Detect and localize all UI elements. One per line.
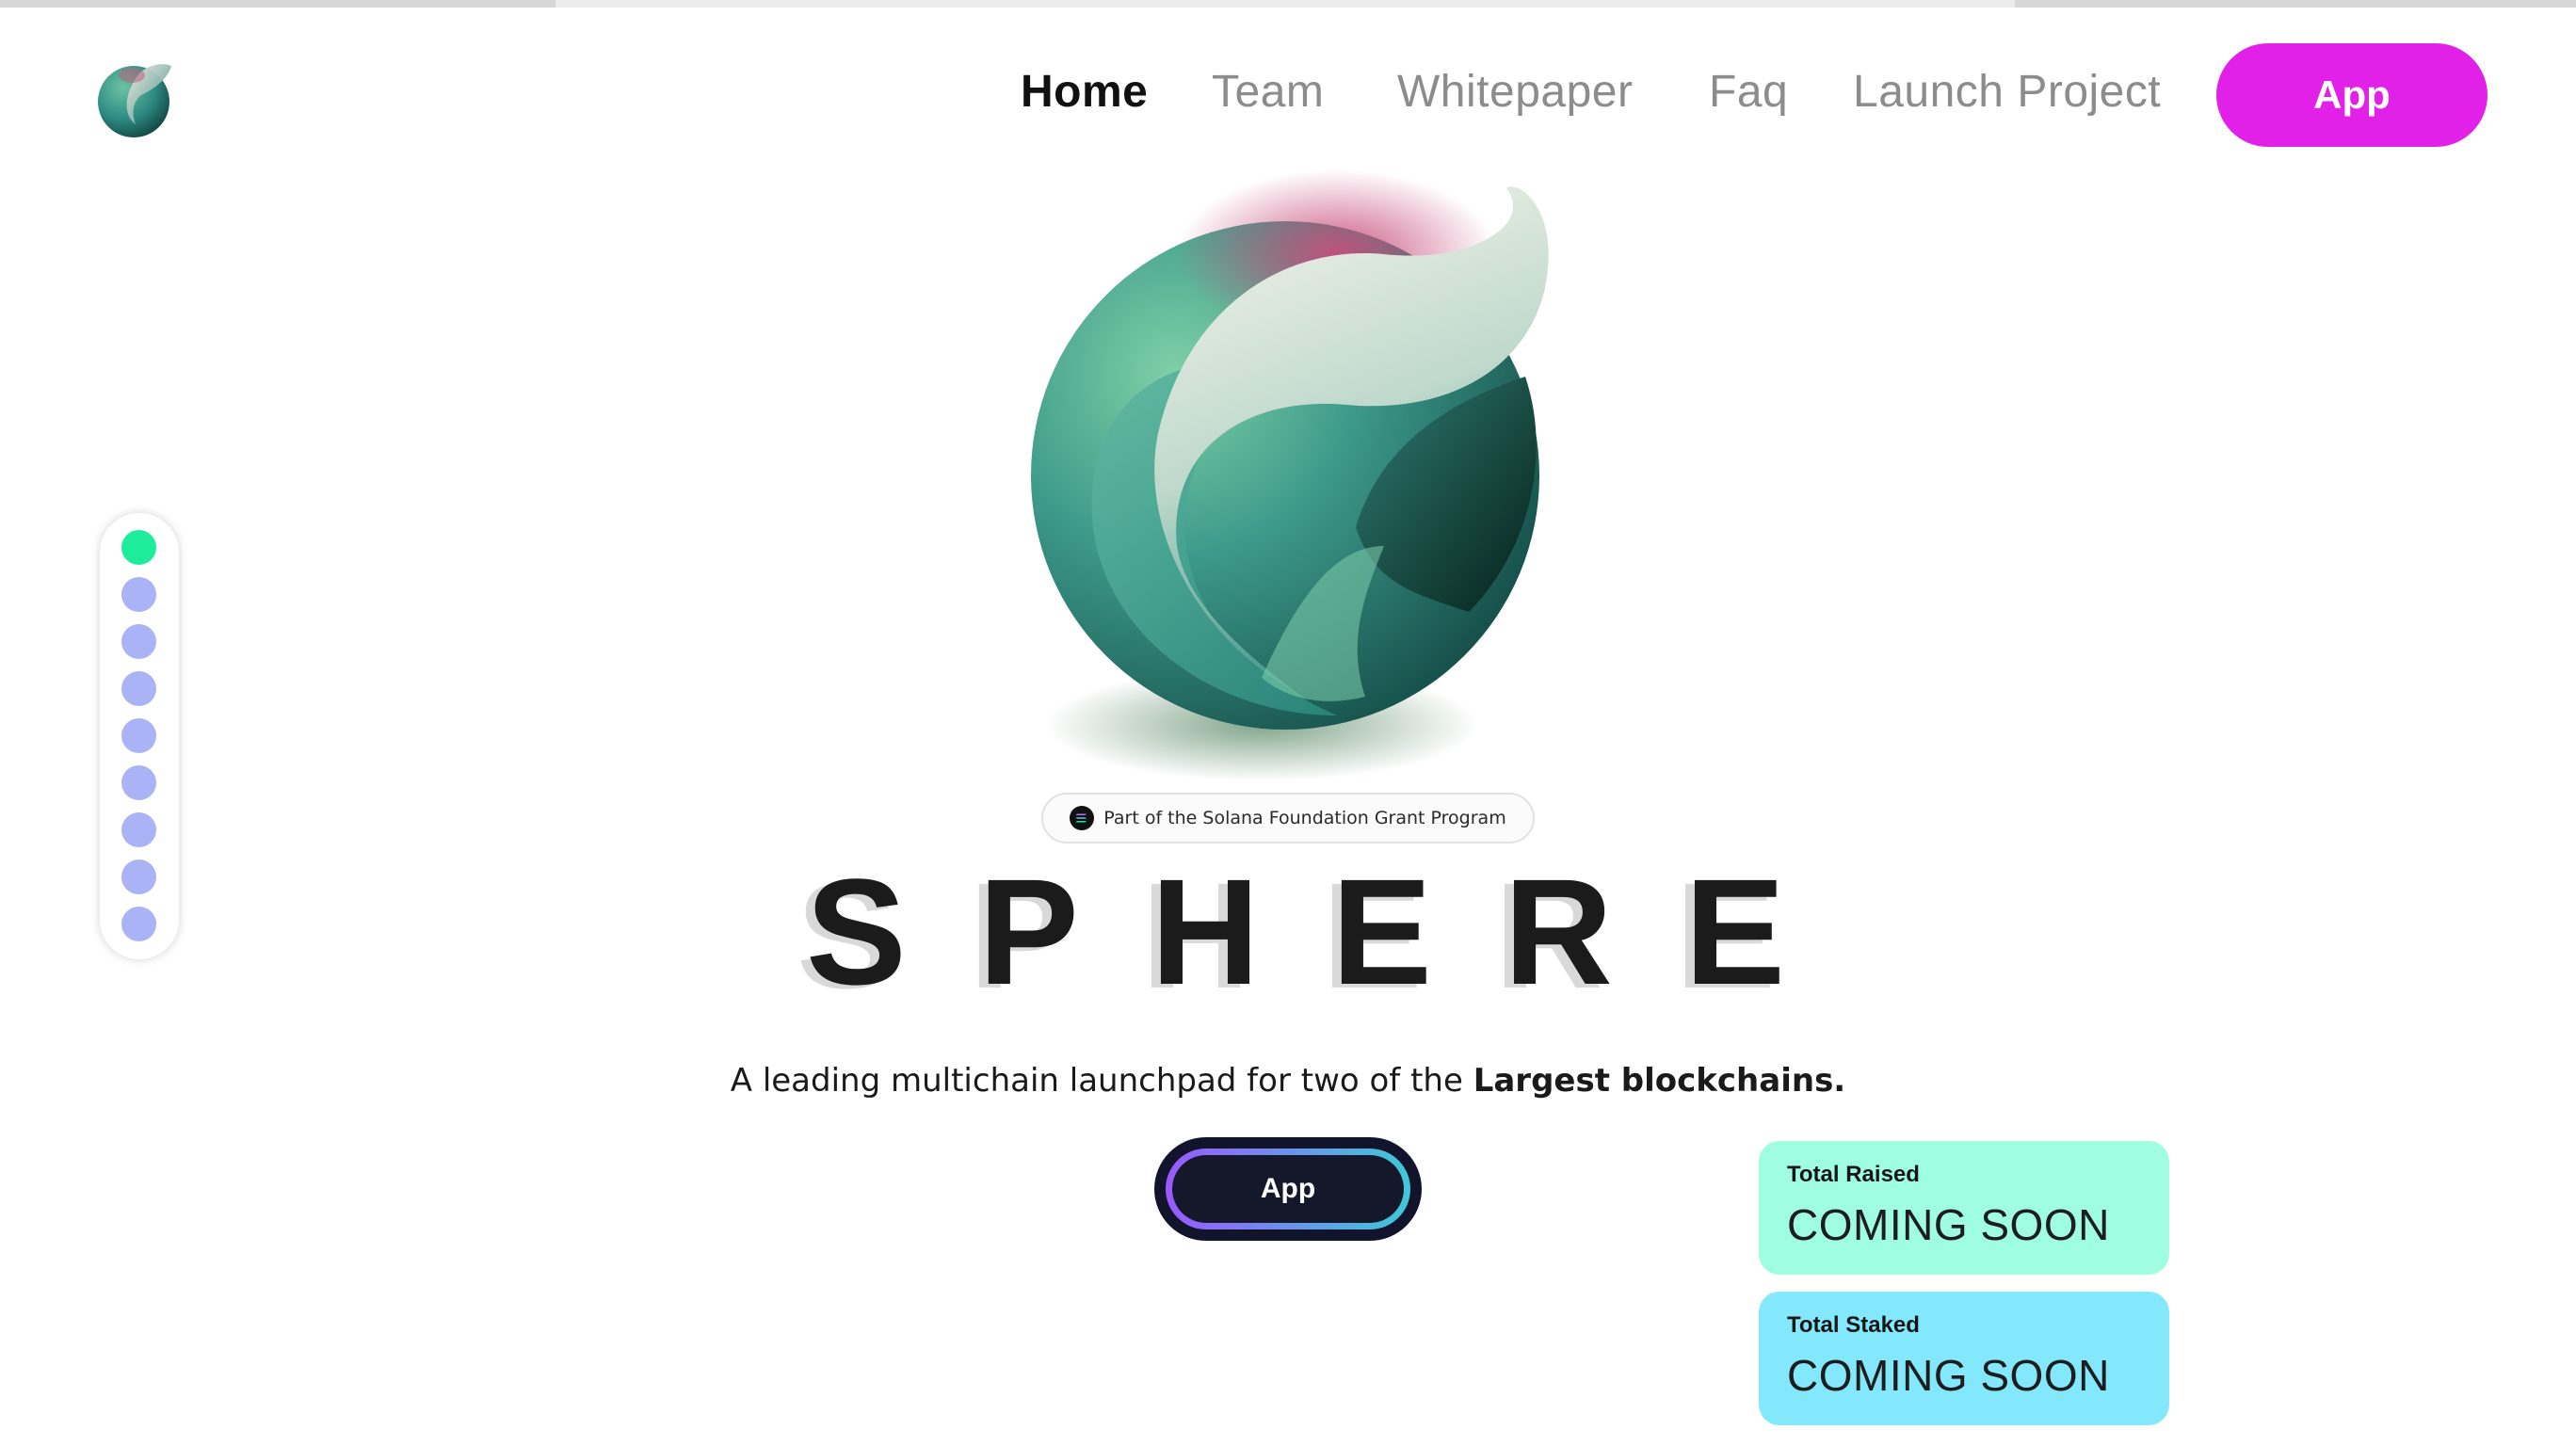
nav-home[interactable]: Home [1021, 66, 1148, 118]
section-dot[interactable] [121, 860, 156, 894]
section-dot[interactable] [121, 718, 156, 753]
solana-icon [1070, 806, 1095, 830]
total-raised-card: Total Raised COMING SOON [1759, 1141, 2169, 1275]
hero-title-letter: E [1684, 847, 1785, 1016]
sphere-hero-icon [942, 151, 1619, 810]
top-border [0, 0, 2576, 8]
hero-title-letter: E [1331, 847, 1432, 1016]
hero-title-letter: R [1504, 847, 1613, 1016]
hero-title-letter: P [978, 847, 1079, 1016]
nav-team[interactable]: Team [1212, 66, 1324, 118]
hero-subtitle: A leading multichain launchpad for two o… [0, 1062, 2576, 1100]
section-dot[interactable] [121, 530, 156, 565]
page: Home Team Whitepaper Faq Launch Project … [0, 0, 2576, 1446]
hero-subtitle-text: A leading multichain launchpad for two o… [730, 1062, 1473, 1100]
hero-title-letter: S [806, 847, 907, 1016]
total-staked-value: COMING SOON [1787, 1351, 2110, 1400]
total-staked-label: Total Staked [1787, 1312, 1920, 1338]
hero-title: S P H E R E [806, 852, 1785, 1012]
hero-app-button-label: App [1172, 1155, 1404, 1223]
nav-whitepaper[interactable]: Whitepaper [1397, 66, 1633, 118]
section-dot[interactable] [121, 765, 156, 800]
section-dot[interactable] [121, 907, 156, 941]
nav-faq[interactable]: Faq [1709, 66, 1788, 118]
section-dot[interactable] [121, 624, 156, 659]
hero-subtitle-highlight: Largest blockchains. [1473, 1062, 1846, 1100]
grant-badge[interactable]: Part of the Solana Foundation Grant Prog… [1041, 793, 1535, 844]
total-raised-label: Total Raised [1787, 1162, 1920, 1187]
total-raised-value: COMING SOON [1787, 1200, 2110, 1249]
main-nav: Home Team Whitepaper Faq Launch Project [0, 56, 2576, 132]
hero-app-button[interactable]: App [1154, 1137, 1422, 1241]
header-app-button[interactable]: App [2216, 43, 2487, 147]
hero-title-letter: H [1151, 847, 1260, 1016]
section-nav [100, 513, 179, 959]
grant-badge-text: Part of the Solana Foundation Grant Prog… [1103, 808, 1506, 828]
section-dot[interactable] [121, 812, 156, 847]
nav-launch-project[interactable]: Launch Project [1853, 66, 2161, 118]
total-staked-card: Total Staked COMING SOON [1759, 1292, 2169, 1425]
hero-app-button-ring: App [1166, 1149, 1410, 1229]
section-dot[interactable] [121, 671, 156, 706]
section-dot[interactable] [121, 577, 156, 612]
